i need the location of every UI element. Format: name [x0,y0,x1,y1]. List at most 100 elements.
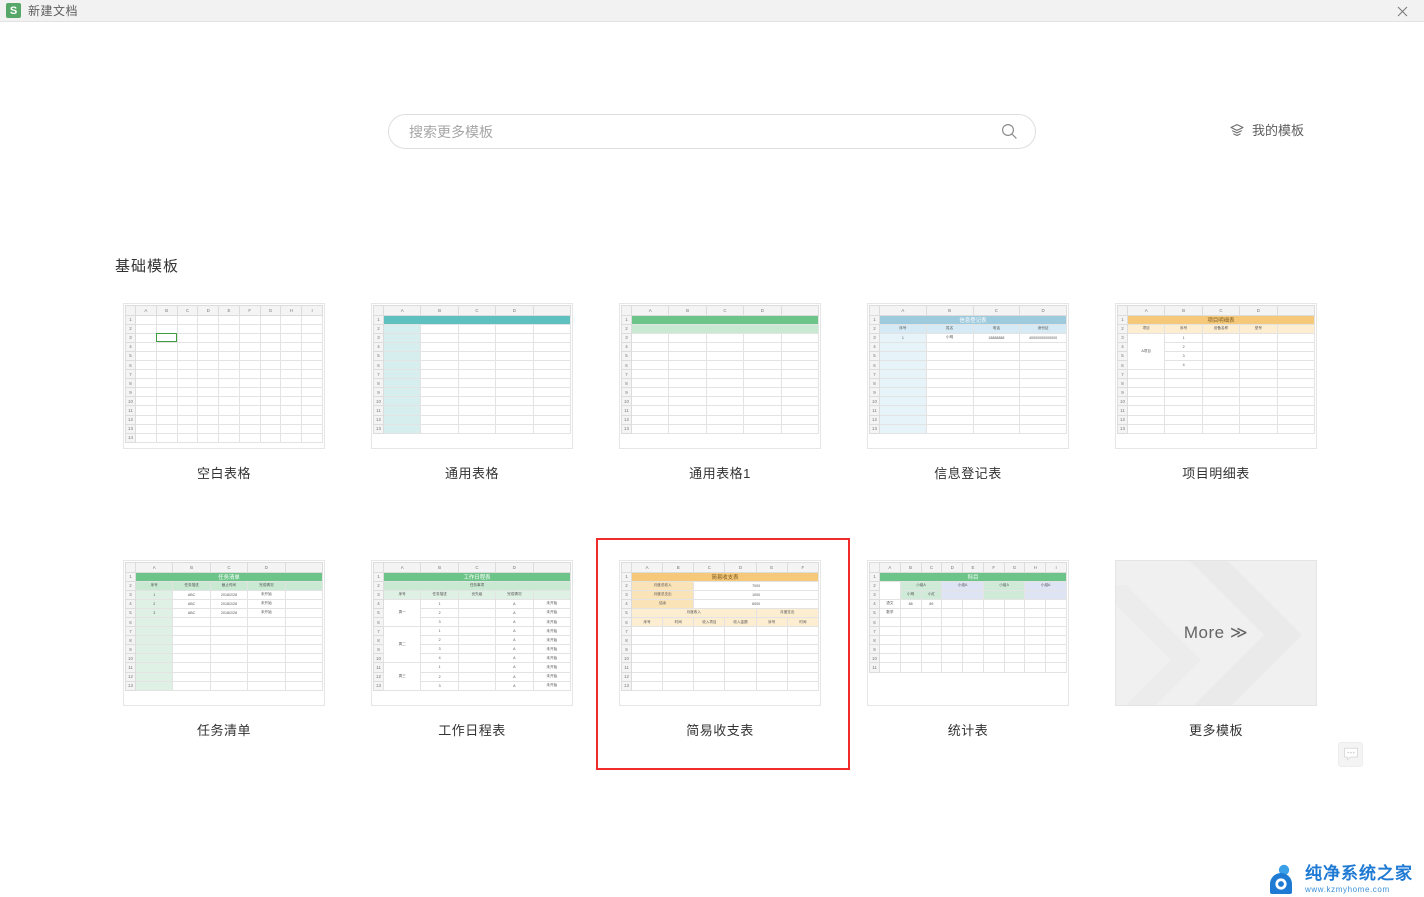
sheet-cell[interactable] [134,635,174,646]
sheet-cell[interactable] [920,616,943,628]
sheet-cell[interactable] [134,644,174,655]
sheet-cell[interactable] [259,359,282,371]
template-card-project-detail[interactable]: A B C D 1 项目明细表 2 项目 序号 设备名称 型号 3 A项目 1 4 2 5 3 6 4 7 8 9 10 11 1… [1092,303,1340,482]
row-header[interactable]: 2 [125,580,136,591]
column-header[interactable]: B [155,305,178,316]
row-header[interactable]: 5 [125,607,136,618]
sheet-cell[interactable] [1003,607,1026,618]
sheet-cell[interactable] [135,414,157,425]
row-header[interactable]: 8 [621,378,632,389]
sheet-cell[interactable] [135,396,157,407]
sheet-cell[interactable] [1276,378,1316,389]
sheet-cell[interactable]: 4 [1164,359,1203,371]
sheet-cell[interactable] [301,396,323,407]
row-header[interactable]: 9 [621,387,632,398]
row-header[interactable]: 8 [869,378,880,389]
sheet-cell[interactable] [962,644,984,655]
row-header[interactable]: 4 [373,598,384,609]
sheet-cell[interactable] [630,387,670,398]
sheet-cell[interactable] [662,671,695,682]
row-header[interactable]: 3 [621,332,632,343]
sheet-cell[interactable] [724,671,757,682]
sheet-cell[interactable] [1201,423,1241,434]
sheet-cell[interactable] [668,350,707,361]
row-header[interactable]: 7 [373,626,384,637]
sheet-cell[interactable] [879,414,927,425]
sheet-cell[interactable]: 项目明细表 [1127,314,1315,325]
sheet-cell[interactable] [284,644,324,655]
sheet-cell[interactable] [705,341,745,352]
sheet-cell[interactable] [743,414,782,425]
sheet-cell[interactable] [705,350,745,361]
column-header[interactable]: D [1019,305,1067,316]
sheet-cell[interactable]: 项目 [1126,323,1166,334]
template-card-info-register[interactable]: A B C D 1 信息登记表 2 序号 姓名 电话 身份证 3 1 小明 18888888 40000000… [844,303,1092,482]
sheet-cell[interactable] [280,396,303,407]
sheet-cell[interactable] [155,341,178,352]
sheet-cell[interactable] [259,414,282,425]
sheet-cell[interactable] [301,414,323,425]
sheet-cell[interactable]: A [495,635,534,646]
sheet-cell[interactable] [383,314,571,325]
sheet-cell[interactable] [962,616,984,628]
sheet-cell[interactable] [238,387,261,398]
row-header[interactable]: 1 [125,314,136,325]
column-header[interactable]: D [495,562,534,573]
sheet-cell[interactable]: 任务清单 [135,571,323,582]
sheet-cell[interactable] [925,378,974,389]
template-thumbnail[interactable]: A B C D 1 工作日程表 2 任务事项 3 序号 任务描述 优先级 完成情况 4 周一 1 A 未开始 5 2 A… [371,560,573,706]
sheet-cell[interactable] [382,405,422,416]
sheet-cell[interactable] [197,359,220,371]
sheet-cell[interactable] [1239,405,1278,416]
sheet-cell[interactable] [382,387,422,398]
sheet-cell[interactable]: 未开始 [532,626,572,637]
sheet-cell[interactable] [1126,369,1166,380]
sheet-cell[interactable] [495,387,534,398]
row-header[interactable]: 10 [621,396,632,407]
sheet-cell[interactable] [693,635,726,646]
sheet-cell[interactable]: 科目 [879,571,1067,582]
sheet-cell[interactable] [879,359,927,371]
sheet-cell[interactable]: A [495,626,534,637]
sheet-cell[interactable] [457,607,497,618]
sheet-cell[interactable] [1019,387,1067,398]
sheet-cell[interactable] [1164,378,1203,389]
column-header[interactable]: H [280,305,303,316]
sheet-cell[interactable] [743,341,782,352]
sheet-cell[interactable] [705,414,745,425]
sheet-cell[interactable] [879,387,927,398]
sheet-cell[interactable] [1003,653,1026,664]
row-header[interactable]: 13 [621,423,632,434]
row-header[interactable]: 2 [373,580,384,591]
sheet-cell[interactable] [172,662,211,673]
sheet-cell[interactable]: 时间 [662,616,695,628]
sheet-cell[interactable] [780,405,820,416]
sheet-cell[interactable] [743,350,782,361]
sheet-cell[interactable]: 未开始 [532,662,572,673]
sheet-cell[interactable]: 月度总收入 [630,580,695,591]
sheet-cell[interactable]: 电话 [972,323,1021,334]
sheet-cell[interactable] [630,423,670,434]
sheet-cell[interactable] [155,414,178,425]
sheet-cell[interactable] [457,378,497,389]
sheet-cell[interactable] [382,323,422,334]
sheet-cell[interactable] [982,589,1026,600]
sheet-cell[interactable] [693,644,726,655]
sheet-cell[interactable]: 未开始 [532,635,572,646]
row-header[interactable]: 5 [869,350,880,361]
sheet-cell[interactable] [532,378,572,389]
sheet-cell[interactable] [899,653,922,664]
sheet-cell[interactable] [1276,369,1316,380]
sheet-cell[interactable] [786,671,820,682]
sheet-cell[interactable]: A [495,653,534,664]
sheet-cell[interactable] [1126,378,1166,389]
sheet-cell[interactable] [631,314,819,325]
sheet-cell[interactable] [941,607,964,618]
sheet-cell[interactable] [284,662,324,673]
search-input[interactable]: 搜索更多模板 [409,122,1000,142]
template-card-simple-income-expense[interactable]: A B C D E F 1 简易收支表 2 月度总收入 7000 3 月度总支出 1000 4 结余 6000 5… [596,538,850,770]
sheet-cell[interactable] [982,635,1005,646]
sheet-cell[interactable] [693,662,726,673]
sheet-cell[interactable]: 2 [134,598,174,609]
sheet-cell[interactable] [301,314,323,325]
